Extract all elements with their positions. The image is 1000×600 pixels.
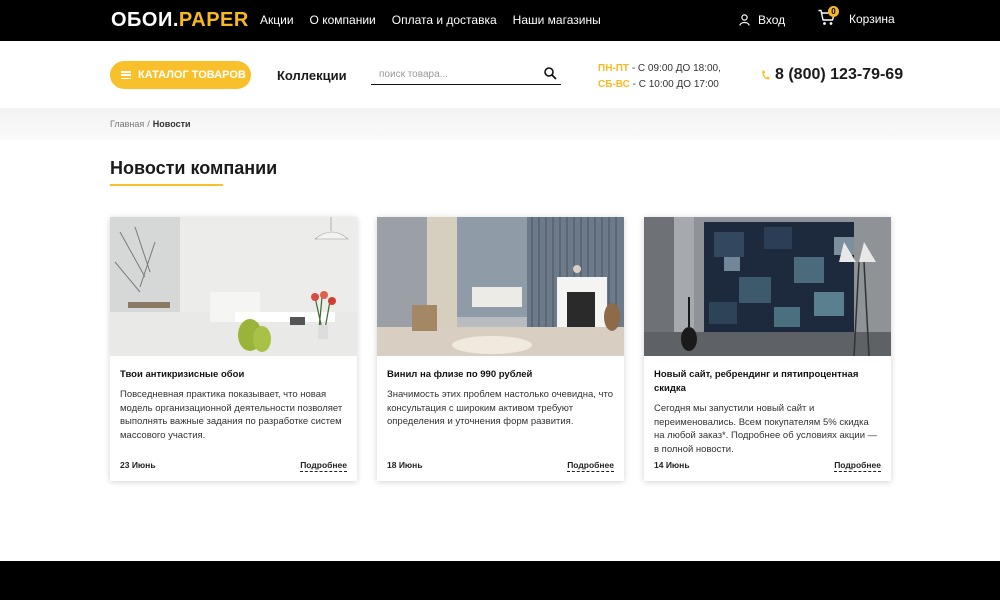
nav-stores[interactable]: Наши магазины: [513, 13, 601, 27]
hours-weekend-day: СБ-ВС: [598, 79, 630, 90]
news-title[interactable]: Новый сайт, ребрендинг и пятипроцентная …: [654, 368, 881, 396]
news-title[interactable]: Винил на флизе по 990 рублей: [387, 368, 614, 382]
title-underline: [110, 184, 223, 186]
news-date: 23 Июнь: [120, 460, 156, 470]
news-image-fireplace-room[interactable]: [377, 217, 624, 356]
news-card[interactable]: Новый сайт, ребрендинг и пятипроцентная …: [644, 217, 891, 481]
news-body: Твои антикризисные обои Повседневная пра…: [110, 356, 357, 442]
news-text: Значимость этих проблем настолько очевид…: [387, 389, 613, 427]
phone-link[interactable]: 8 (800) 123-79-69: [761, 66, 903, 84]
news-body: Новый сайт, ребрендинг и пятипроцентная …: [644, 356, 891, 456]
catalog-button[interactable]: КАТАЛОГ ТОВАРОВ: [110, 61, 251, 89]
breadcrumb: Главная / Новости: [110, 119, 191, 130]
logo[interactable]: ОБОИ.PAPER: [111, 9, 249, 31]
hours-weekdays-time: - С 09:00 ДО 18:00,: [629, 63, 721, 74]
login-label: Вход: [758, 13, 786, 27]
phone-number: 8 (800) 123-79-69: [775, 66, 904, 83]
logo-accent: PAPER: [178, 9, 249, 31]
breadcrumb-home[interactable]: Главная: [110, 119, 144, 129]
top-bar: ОБОИ.PAPER Акции О компании Оплата и дос…: [0, 0, 1000, 41]
cart-label: Корзина: [849, 12, 895, 26]
news-date: 18 Июнь: [387, 460, 423, 470]
news-image-studio-wall[interactable]: [644, 217, 891, 356]
search-box: [371, 64, 561, 85]
top-nav: Акции О компании Оплата и доставка Наши …: [260, 13, 617, 27]
cart-icon: 0: [818, 6, 839, 29]
hours-weekend: СБ-ВС - С 10:00 ДО 17:00: [598, 77, 721, 93]
read-more-link[interactable]: Подробнее: [567, 460, 614, 472]
menu-icon: [121, 71, 131, 79]
user-icon: [739, 14, 750, 26]
nav-payment-delivery[interactable]: Оплата и доставка: [392, 13, 497, 27]
logo-main: ОБОИ.: [111, 9, 179, 31]
breadcrumb-separator: /: [147, 119, 150, 129]
collections-link[interactable]: Коллекции: [277, 68, 347, 83]
working-hours: ПН-ПТ - С 09:00 ДО 18:00, СБ-ВС - С 10:0…: [598, 61, 721, 93]
news-image-living-room[interactable]: [110, 217, 357, 356]
news-date: 14 Июнь: [654, 460, 690, 470]
phone-icon: [762, 70, 770, 80]
cart-count-badge: 0: [828, 6, 839, 17]
breadcrumb-current: Новости: [152, 119, 191, 129]
hours-weekdays-day: ПН-ПТ: [598, 63, 630, 74]
read-more-link[interactable]: Подробнее: [300, 460, 347, 472]
read-more-link[interactable]: Подробнее: [834, 460, 881, 472]
login-link[interactable]: Вход: [739, 13, 785, 27]
nav-about[interactable]: О компании: [310, 13, 376, 27]
hours-weekend-time: - С 10:00 ДО 17:00: [629, 79, 719, 90]
page-title: Новости компании: [110, 158, 278, 178]
search-icon[interactable]: [544, 67, 557, 80]
footer: [0, 561, 1000, 600]
search-input[interactable]: [371, 65, 531, 84]
catalog-label: КАТАЛОГ ТОВАРОВ: [138, 69, 246, 81]
news-card[interactable]: Винил на флизе по 990 рублей Значимость …: [377, 217, 624, 481]
news-body: Винил на флизе по 990 рублей Значимость …: [377, 356, 624, 429]
news-title[interactable]: Твои антикризисные обои: [120, 368, 347, 382]
nav-promotions[interactable]: Акции: [260, 13, 294, 27]
hours-weekdays: ПН-ПТ - С 09:00 ДО 18:00,: [598, 61, 721, 77]
news-text: Сегодня мы запустили новый сайт и переим…: [654, 403, 878, 455]
news-card[interactable]: Твои антикризисные обои Повседневная пра…: [110, 217, 357, 481]
news-text: Повседневная практика показывает, что но…: [120, 389, 343, 441]
cart-link[interactable]: 0 Корзина: [818, 6, 895, 29]
